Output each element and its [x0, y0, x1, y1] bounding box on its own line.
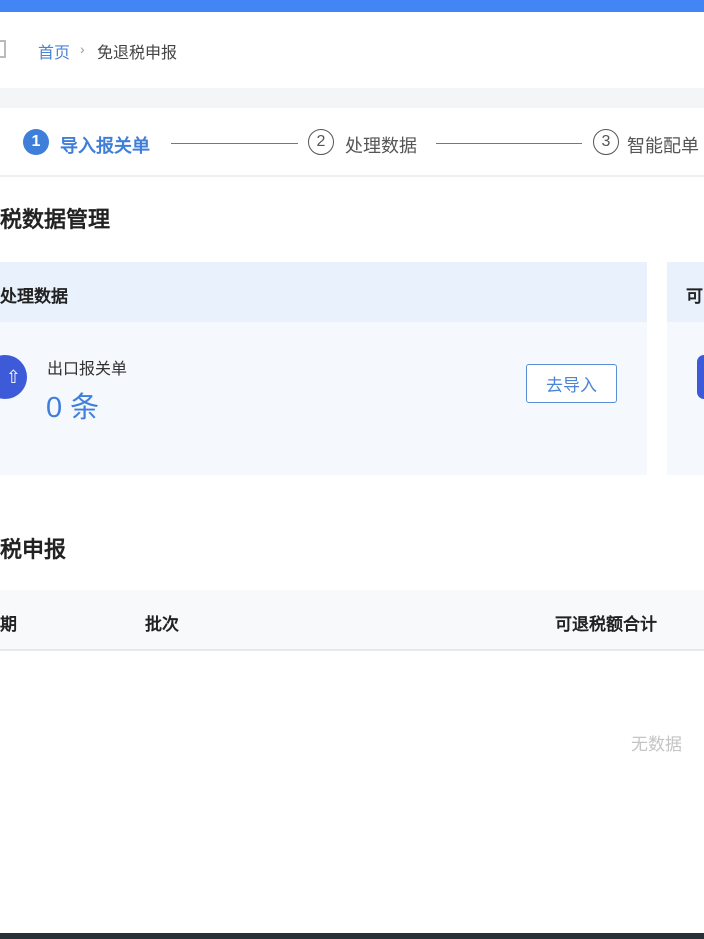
step-1-label[interactable]: 导入报关单 [60, 132, 150, 158]
breadcrumb-current: 免退税申报 [97, 45, 178, 62]
step-connector [436, 143, 582, 144]
breadcrumb-home[interactable]: 首页 [38, 39, 70, 63]
step-connector [171, 143, 298, 144]
column-period: 期 [0, 615, 17, 634]
step-2-icon: 2 [308, 129, 334, 155]
divider [0, 175, 704, 177]
card-title: 可 [686, 287, 703, 306]
top-bar [0, 0, 704, 12]
item-label: 出口报关单 [47, 361, 128, 378]
step-1-icon: 1 [23, 129, 49, 155]
column-batch: 批次 [145, 615, 179, 634]
import-button[interactable]: 去导入 [526, 364, 617, 403]
divider-band [0, 88, 704, 108]
card-icon [697, 355, 704, 399]
empty-state-text: 无数据 [631, 735, 682, 754]
breadcrumb-separator: › [80, 41, 85, 57]
section-title-declaration: 税申报 [0, 537, 67, 562]
card-title: 处理数据 [0, 287, 68, 306]
column-refund-total: 可退税额合计 [555, 615, 657, 634]
section-title-data-management: 税数据管理 [0, 207, 111, 232]
menu-toggle-icon[interactable] [0, 40, 6, 58]
step-3-icon: 3 [593, 129, 619, 155]
bottom-bar [0, 933, 704, 939]
item-count: 0 条 [46, 392, 100, 424]
step-3-label[interactable]: 智能配单 [627, 132, 699, 158]
step-2-label[interactable]: 处理数据 [345, 132, 417, 158]
